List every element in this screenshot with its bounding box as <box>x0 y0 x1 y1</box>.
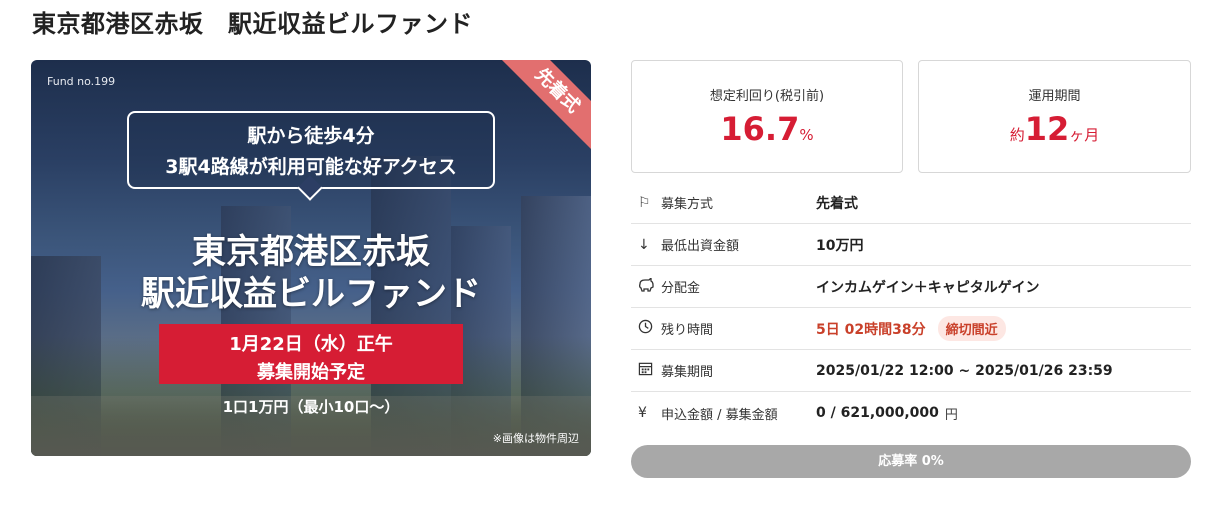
detail-value: 先着式 <box>816 195 858 212</box>
yield-number: 16.7 <box>720 110 800 148</box>
fund-details-list: ⚐ 募集方式 先着式 ↓ 最低出資金額 10万円 分配金 インカムゲイン＋キャピ… <box>631 182 1191 434</box>
bubble-line-1: 駅から徒歩4分 <box>247 125 375 147</box>
detail-value: 2025/01/22 12:00 ~ 2025/01/26 23:59 <box>816 362 1113 379</box>
start-date-banner: 1月22日（水）正午 募集開始予定 <box>159 324 463 384</box>
detail-value: 10万円 <box>816 237 864 254</box>
detail-label: 募集方式 <box>661 197 714 212</box>
detail-row-remaining-time: 残り時間 5日 02時間38分 締切間近 <box>631 308 1191 350</box>
yield-label: 想定利回り(税引前) <box>709 89 825 104</box>
detail-label: 募集期間 <box>661 365 714 380</box>
application-rate-bar: 応募率 0% <box>631 445 1191 478</box>
detail-row-minimum: ↓ 最低出資金額 10万円 <box>631 224 1191 266</box>
bubble-tail <box>297 175 323 201</box>
fund-hero-image[interactable]: Fund no.199 先着式 駅から徒歩4分 3駅4路線が利用可能な好アクセス… <box>31 60 591 456</box>
detail-label: 分配金 <box>661 281 701 296</box>
period-unit: ヶ月 <box>1069 126 1100 144</box>
calendar-icon <box>631 361 661 380</box>
clock-icon <box>631 319 661 338</box>
period-value: 約12ヶ月 <box>919 110 1190 148</box>
yield-card: 想定利回り(税引前) 16.7% <box>631 60 903 173</box>
piggy-bank-icon <box>631 275 661 296</box>
detail-value: インカムゲイン＋キャピタルゲイン <box>816 279 1040 296</box>
first-come-ribbon: 先着式 <box>495 60 591 153</box>
arrow-down-icon: ↓ <box>638 236 650 253</box>
detail-label: 最低出資金額 <box>661 239 740 254</box>
fund-number: Fund no.199 <box>47 75 116 88</box>
photo-caption: ※画像は物件周辺 <box>492 432 579 445</box>
yield-unit: % <box>799 126 814 144</box>
detail-row-period: 募集期間 2025/01/22 12:00 ~ 2025/01/26 23:59 <box>631 350 1191 392</box>
period-number: 12 <box>1024 110 1070 148</box>
remaining-time-value: 5日 02時間38分 <box>816 321 926 338</box>
start-label: 募集開始予定 <box>257 362 365 383</box>
yen-unit: 円 <box>944 407 958 423</box>
hero-title-line-2: 駅近収益ビルファンド <box>141 274 481 314</box>
detail-label: 残り時間 <box>661 323 714 338</box>
yen-icon: ¥ <box>638 405 647 421</box>
start-date: 1月22日（水）正午 <box>229 334 393 355</box>
deadline-soon-badge: 締切間近 <box>937 316 1006 341</box>
detail-label: 申込金額 / 募集金額 <box>661 407 778 423</box>
flag-icon: ⚐ <box>638 194 651 211</box>
access-speech-bubble: 駅から徒歩4分 3駅4路線が利用可能な好アクセス <box>127 111 495 201</box>
period-card: 運用期間 約12ヶ月 <box>918 60 1191 173</box>
page-title: 東京都港区赤坂 駅近収益ビルファンド <box>32 10 473 38</box>
yield-value: 16.7% <box>632 110 902 148</box>
detail-row-distribution: 分配金 インカムゲイン＋キャピタルゲイン <box>631 266 1191 308</box>
bubble-line-2: 3駅4路線が利用可能な好アクセス <box>165 156 457 178</box>
period-prefix: 約 <box>1009 126 1025 144</box>
detail-value: 0 / 621,000,000 <box>816 405 939 421</box>
period-label: 運用期間 <box>1028 89 1081 104</box>
detail-row-amount: ¥ 申込金額 / 募集金額 0 / 621,000,000 円 <box>631 392 1191 434</box>
unit-price-note: 1口1万円（最小10口〜） <box>222 398 400 416</box>
detail-row-method: ⚐ 募集方式 先着式 <box>631 182 1191 224</box>
